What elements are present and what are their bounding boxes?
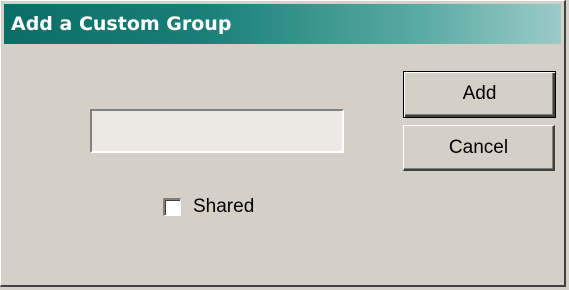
add-button[interactable]: Add [403, 71, 556, 118]
title-bar[interactable]: Add a Custom Group [4, 4, 561, 44]
shared-checkbox-label[interactable]: Shared [193, 195, 254, 219]
shared-checkbox[interactable] [163, 198, 181, 216]
dialog-title: Add a Custom Group [11, 13, 232, 35]
group-name-input[interactable] [90, 109, 344, 153]
shared-checkbox-row[interactable]: Shared [163, 194, 254, 220]
add-custom-group-dialog: Add a Custom Group Shared Add Cancel [0, 0, 566, 287]
cancel-button[interactable]: Cancel [403, 125, 555, 171]
